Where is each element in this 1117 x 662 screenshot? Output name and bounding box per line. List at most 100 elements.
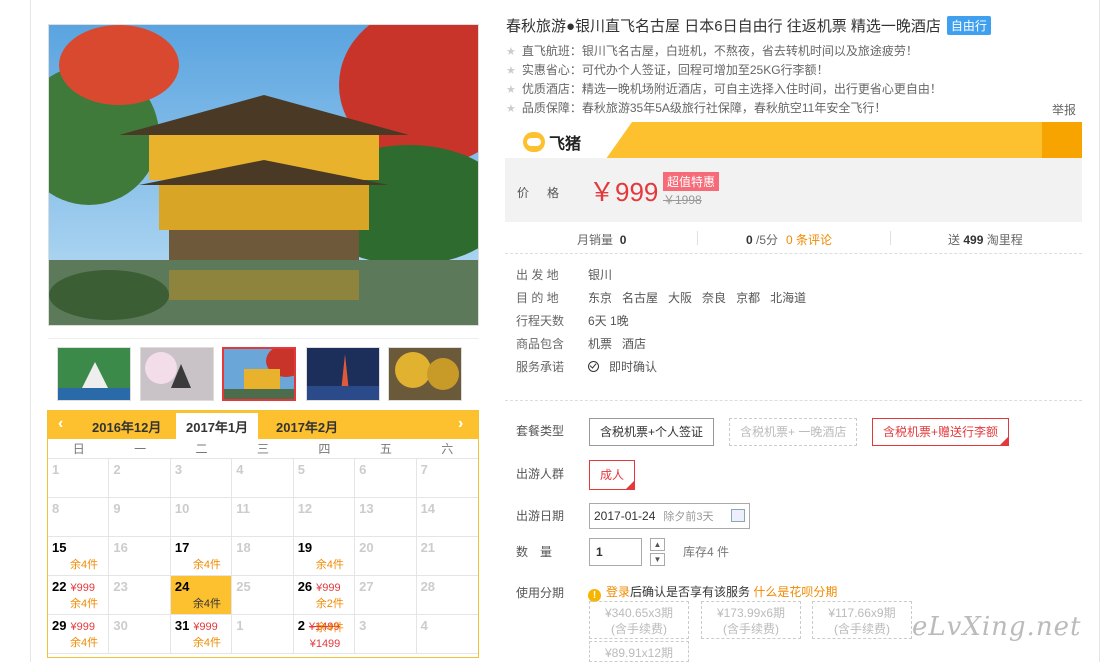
installment-plan-9[interactable]: ¥117.66x9期 (含手续费) [812, 601, 912, 639]
price-value: ￥999 [589, 177, 659, 207]
calendar-day: 7 [416, 459, 478, 498]
reviews-link[interactable]: 0 条评论 [786, 233, 832, 247]
feature-item: ★ 实惠省心：可代办个人签证，回程可增加至25KG行李额！ [506, 63, 829, 77]
weekday-label: 日 [72, 442, 85, 456]
calendar-day: 1 [232, 615, 294, 654]
main-product-photo [48, 24, 479, 326]
feature-list: ★ 直飞航班：银川飞名古屋，白班机，不熬夜，省去转机时间以及旅途疲劳！ ★ 实惠省心… [506, 42, 942, 118]
info-row-service: 服务承诺 即时确认 [516, 360, 658, 374]
calendar-day: 6 [355, 459, 417, 498]
stats-bar: 月销量 0 0 /5分 0 条评论 送 499 淘里程 [505, 222, 1082, 254]
calendar-day: 1 [48, 459, 110, 498]
star-icon: ★ [506, 84, 516, 96]
installment-plan-6[interactable]: ¥173.99x6期 (含手续费) [701, 601, 801, 639]
installment-notice: ! 登录后确认是否享有该服务 什么是花呗分期 [588, 583, 837, 602]
calendar-day: 2 [109, 459, 171, 498]
day-stock: 余4件 [315, 559, 344, 571]
thumbnail-2[interactable] [140, 347, 214, 401]
product-title: 春秋旅游●银川直飞名古屋 日本6日自由行 往返机票 精选一晚酒店 自由行 [506, 15, 991, 36]
month-tab-current[interactable]: 2017年1月 [176, 413, 259, 439]
day-stock: 余4件 [70, 598, 99, 610]
calendar-day: 27 [355, 576, 417, 615]
feature-item: ★ 优质酒店：精选一晚机场附近酒店，可自主选择入住时间，出行更省心更自由！ [506, 82, 942, 96]
calendar-day-selected[interactable]: 24 余4件 [170, 576, 233, 615]
calendar-day: 28 [416, 576, 478, 615]
day-stock: 余4件 [70, 559, 99, 571]
calendar-day[interactable]: 15 余4件 [48, 537, 110, 576]
day-stock: 余4件 [192, 598, 221, 610]
quantity-increase-button[interactable]: ▲ [650, 538, 665, 551]
package-option-luggage[interactable]: 含税机票+赠送行李额 [872, 418, 1010, 446]
calendar-day: 5 [293, 459, 356, 498]
price-label: 价格 [517, 186, 578, 200]
installment-plan-12[interactable]: ¥89.91x12期 [589, 641, 689, 662]
day-stock: 余4件 [192, 637, 221, 649]
report-link[interactable]: 举报 [1052, 101, 1076, 118]
quantity-input[interactable]: 1 [589, 538, 642, 566]
calendar-day: 25 [232, 576, 294, 615]
thumbnail-1[interactable] [57, 347, 131, 401]
weekday-label: 三 [256, 442, 269, 456]
package-option-visa[interactable]: 含税机票+个人签证 [589, 418, 715, 446]
calendar-day: 16 [109, 537, 171, 576]
original-price: ￥1998 [663, 193, 702, 207]
travel-date-field[interactable]: 2017-01-24 除夕前3天 [589, 503, 750, 529]
calendar-day: 4 [416, 615, 478, 654]
calendar-day[interactable]: 2 ¥1499 余4件 ¥1499 [293, 615, 356, 654]
calendar-day[interactable]: 26 ¥999 余2件 [293, 576, 356, 615]
thumbnail-3-selected[interactable] [222, 347, 296, 401]
weekday-label: 一 [134, 442, 147, 456]
info-row-departure: 出 发 地银川 [516, 268, 613, 282]
prev-month-arrow-icon[interactable]: ‹ [58, 415, 63, 433]
installment-label: 使用分期 [516, 586, 565, 600]
stock-count: 库存4 件 [683, 545, 730, 559]
month-tab-next[interactable]: 2017年2月 [276, 417, 338, 436]
next-month-arrow-icon[interactable]: › [458, 415, 463, 433]
info-row-duration: 行程天数 6天 1晚 [516, 314, 629, 328]
day-stock: 余4件 [70, 637, 99, 649]
calendar-day: 18 [232, 537, 294, 576]
day-price: ¥999 [316, 582, 341, 594]
rating: 0 /5分 0 条评论 [746, 233, 833, 247]
traveler-option-adult[interactable]: 成人 [589, 460, 636, 490]
calendar-day: 10 [170, 498, 233, 537]
calendar-icon[interactable] [731, 509, 745, 522]
calendar-day[interactable]: 22 ¥999 余4件 [48, 576, 110, 615]
mileage-reward: 送 499 淘里程 [948, 233, 1023, 247]
weekday-label: 四 [318, 442, 331, 456]
calendar-header: ‹ 2016年12月 2017年1月 2017年2月 › [48, 411, 478, 439]
calendar-day[interactable]: 29 ¥999 余4件 [48, 615, 110, 654]
thumbnail-4[interactable] [306, 347, 380, 401]
calendar-day: 8 [48, 498, 110, 537]
calendar-grid: 1 2 3 4 5 6 7 8 9 10 11 12 13 14 15 余4件 16 17 余4件 18 19 余4件 20… [48, 459, 478, 654]
star-icon: ★ [506, 65, 516, 77]
calendar-day: 30 [109, 615, 171, 654]
weekday-label: 五 [379, 442, 392, 456]
calendar-day: 3 [355, 615, 417, 654]
day-price: ¥999 [193, 621, 218, 633]
calendar-day[interactable]: 31 ¥999 余4件 [170, 615, 233, 654]
free-travel-tag: 自由行 [946, 16, 991, 35]
brand-bar: 飞猪 [505, 122, 1082, 158]
feature-item: ★ 直飞航班：银川飞名古屋，白班机，不熬夜，省去转机时间以及旅途疲劳！ [506, 44, 918, 58]
day-stock: 余2件 [315, 598, 344, 610]
day-price: ¥999 [70, 621, 95, 633]
huabei-help-link[interactable]: 什么是花呗分期 [753, 585, 837, 599]
quantity-label: 数 量 [516, 545, 553, 559]
package-option-hotel[interactable]: 含税机票+ 一晚酒店 [729, 418, 858, 446]
calendar-weekdays: 日一二三四五六 [48, 439, 478, 459]
calendar-day: 23 [109, 576, 171, 615]
travel-date-label: 出游日期 [516, 509, 565, 523]
traveler-type-label: 出游人群 [516, 467, 565, 481]
day-price-alt: ¥1499 [309, 638, 341, 650]
monthly-sales: 月销量 0 [577, 233, 627, 247]
installment-plan-3[interactable]: ¥340.65x3期 (含手续费) [589, 601, 689, 639]
calendar-day[interactable]: 19 余4件 [293, 537, 356, 576]
info-row-destination: 目 的 地东京 名古屋 大阪 奈良 京都 北海道 [516, 291, 807, 305]
month-tab-prev[interactable]: 2016年12月 [92, 417, 161, 436]
star-icon: ★ [506, 103, 516, 115]
thumbnail-5[interactable] [388, 347, 462, 401]
login-link[interactable]: 登录 [606, 585, 630, 599]
quantity-decrease-button[interactable]: ▼ [650, 553, 665, 566]
calendar-day[interactable]: 17 余4件 [170, 537, 233, 576]
